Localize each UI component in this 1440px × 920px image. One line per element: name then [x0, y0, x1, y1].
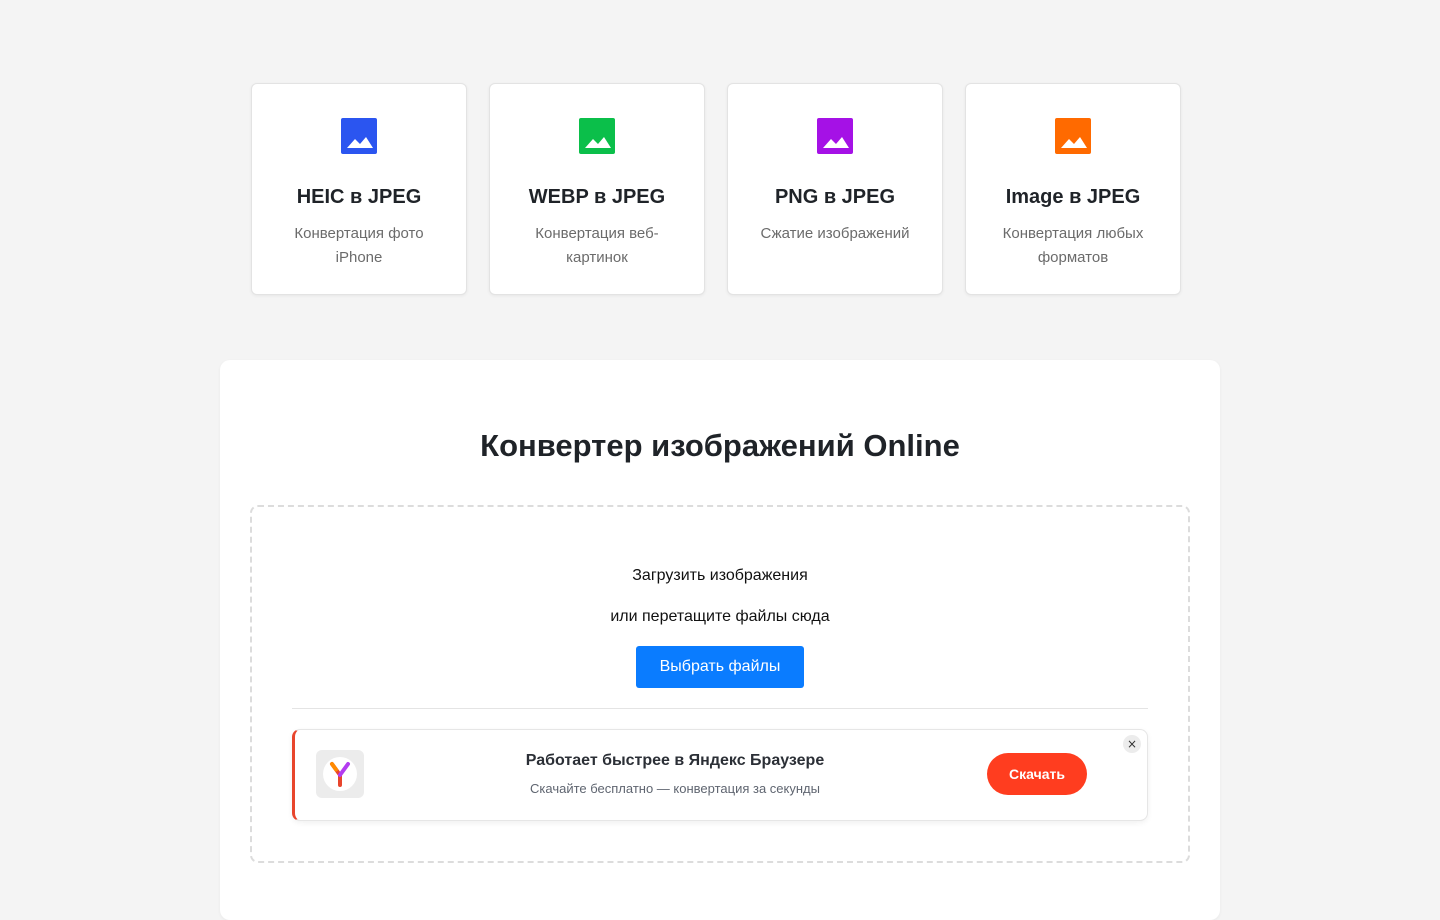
promo-title: Работает быстрее в Яндекс Браузере	[525, 752, 825, 769]
promo-subtitle: Скачайте бесплатно — конвертация за секу…	[530, 781, 820, 796]
upload-hint: или перетащите файлы сюда	[610, 608, 830, 625]
card-description: Конвертация веб-картинок	[535, 225, 659, 266]
card-description: Сжатие изображений	[760, 225, 910, 242]
card-description: Конвертация фото iPhone	[294, 225, 424, 266]
card-title: WEBP в JPEG	[528, 186, 666, 208]
converter-cards: HEIC в JPEG Конвертация фото iPhone WEBP…	[251, 83, 1181, 295]
page-title: Конвертер изображений Online	[480, 428, 960, 463]
image-icon	[341, 118, 377, 154]
card-webp-to-jpeg[interactable]: WEBP в JPEG Конвертация веб-картинок	[489, 83, 705, 295]
image-icon	[579, 118, 615, 154]
image-icon	[817, 118, 853, 154]
upload-title: Загрузить изображения	[632, 567, 808, 584]
image-icon	[1055, 118, 1091, 154]
yandex-browser-promo: Работает быстрее в Яндекс Браузере Скача…	[292, 729, 1148, 821]
divider	[292, 708, 1148, 709]
choose-files-button[interactable]: Выбрать файлы	[636, 646, 804, 688]
yandex-browser-logo	[316, 750, 364, 798]
card-title: PNG в JPEG	[774, 186, 896, 208]
file-dropzone[interactable]: Загрузить изображения или перетащите фай…	[250, 505, 1190, 863]
card-heic-to-jpeg[interactable]: HEIC в JPEG Конвертация фото iPhone	[251, 83, 467, 295]
card-description: Конвертация любых форматов	[1002, 225, 1144, 266]
card-image-to-jpeg[interactable]: Image в JPEG Конвертация любых форматов	[965, 83, 1181, 295]
download-button[interactable]: Скачать	[987, 753, 1087, 795]
card-png-to-jpeg[interactable]: PNG в JPEG Сжатие изображений	[727, 83, 943, 295]
close-icon[interactable]: ×	[1123, 735, 1141, 753]
converter-panel: Конвертер изображений Online Загрузить и…	[220, 360, 1220, 920]
card-title: Image в JPEG	[1005, 186, 1141, 208]
card-title: HEIC в JPEG	[296, 186, 422, 208]
